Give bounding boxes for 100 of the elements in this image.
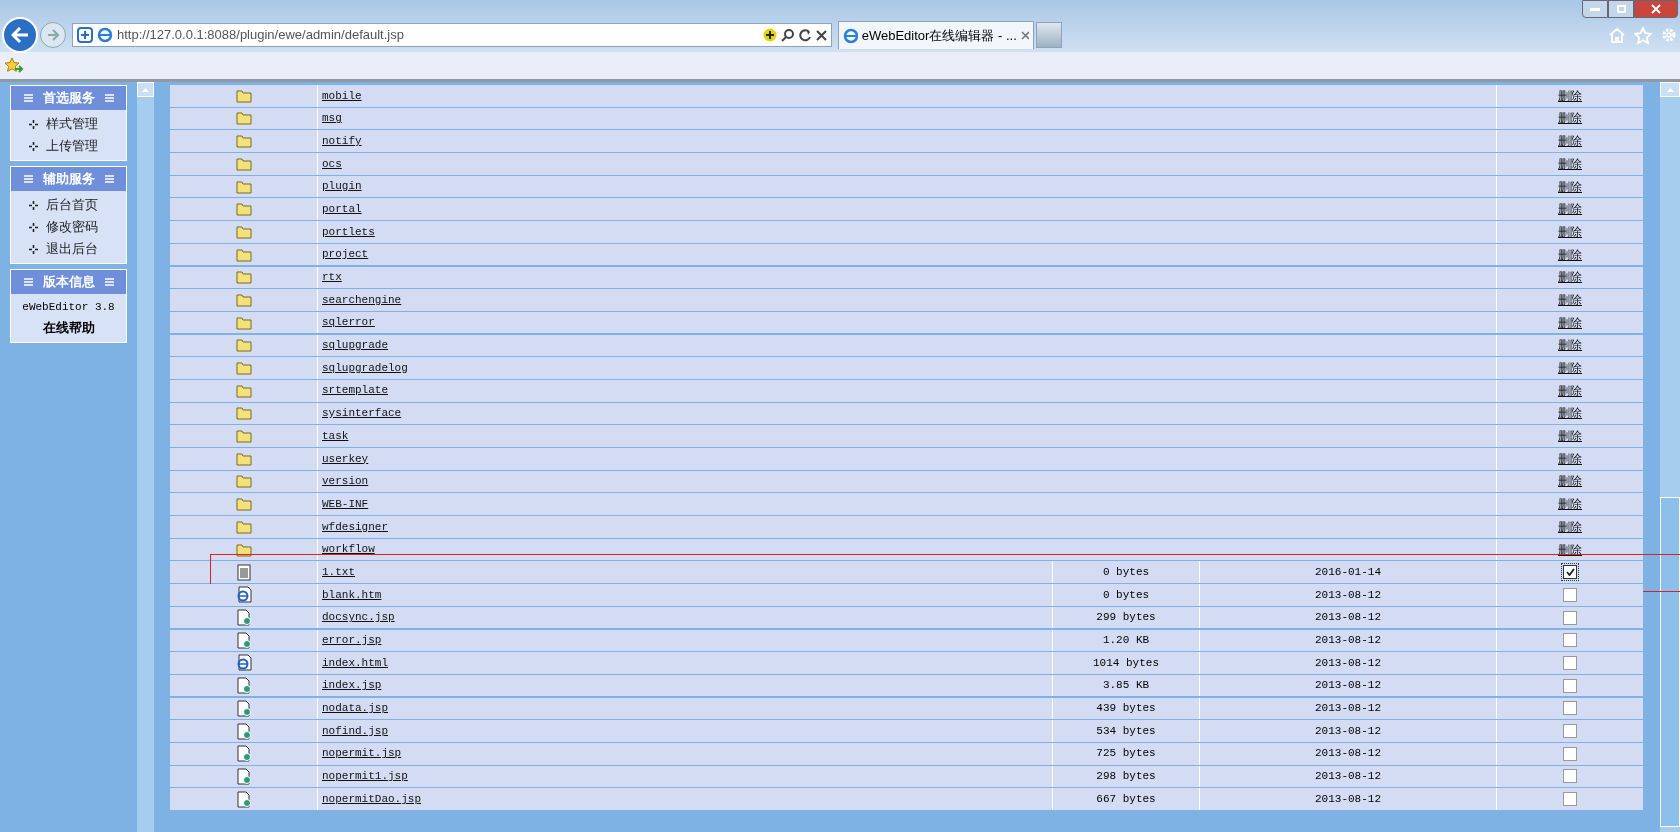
file-link[interactable]: index.html	[322, 654, 388, 672]
file-link[interactable]: docsync.jsp	[322, 609, 395, 626]
delete-link[interactable]: 删除	[1558, 381, 1582, 400]
select-checkbox[interactable]	[1563, 724, 1577, 739]
select-checkbox[interactable]	[1563, 792, 1577, 807]
file-link[interactable]: nopermit1.jsp	[322, 768, 408, 785]
delete-link[interactable]: 删除	[1558, 177, 1582, 196]
file-link[interactable]: WEB-INF	[322, 495, 369, 513]
file-link[interactable]: blank.htm	[322, 586, 382, 604]
folder-icon	[235, 270, 252, 285]
home-icon[interactable]	[1608, 27, 1626, 43]
folder-icon	[235, 338, 252, 353]
select-checkbox[interactable]	[1563, 746, 1577, 761]
delete-link[interactable]: 删除	[1558, 268, 1582, 287]
folder-icon	[235, 451, 252, 466]
delete-link[interactable]: 删除	[1558, 200, 1582, 219]
delete-link[interactable]: 删除	[1558, 86, 1582, 105]
file-link[interactable]: portlets	[322, 223, 375, 241]
settings-icon[interactable]	[1660, 26, 1678, 44]
file-link[interactable]: ocs	[322, 155, 342, 173]
close-button[interactable]	[1634, 0, 1678, 18]
file-link[interactable]: msg	[322, 110, 342, 127]
folder-icon	[235, 315, 252, 330]
folder-icon	[235, 429, 252, 444]
select-checkbox[interactable]	[1563, 587, 1577, 602]
help-link[interactable]: 在线帮助	[42, 317, 95, 339]
file-link[interactable]: userkey	[322, 450, 369, 468]
file-link[interactable]: nofind.jsp	[322, 722, 388, 740]
file-link[interactable]: version	[322, 473, 369, 490]
file-link[interactable]: mobile	[322, 87, 362, 105]
delete-link[interactable]: 删除	[1558, 449, 1582, 468]
menu-link-text[interactable]: 后台首页	[46, 195, 98, 215]
delete-link[interactable]: 删除	[1558, 495, 1582, 514]
menu-link-text[interactable]: 修改密码	[46, 217, 98, 237]
star-icon[interactable]	[1634, 26, 1652, 44]
delete-link[interactable]: 删除	[1558, 291, 1582, 309]
file-link[interactable]: sysinterface	[322, 405, 402, 422]
file-link[interactable]: index.jsp	[322, 677, 382, 694]
file-link[interactable]: task	[322, 427, 349, 445]
delete-link[interactable]: 删除	[1558, 404, 1582, 423]
tab-title: eWebEditor在线编辑器 - ...	[861, 26, 1017, 45]
delete-link[interactable]: 删除	[1558, 336, 1582, 355]
file-link[interactable]: sqlupgrade	[322, 337, 388, 354]
delete-link[interactable]: 删除	[1558, 222, 1582, 241]
file-link[interactable]: 1.txt	[322, 564, 355, 581]
delete-link[interactable]: 删除	[1558, 109, 1582, 128]
close-icon[interactable]	[816, 29, 827, 41]
delete-link[interactable]: 删除	[1558, 313, 1582, 332]
address-text: http://127.0.0.1:8088/plugin/ewe/admin/default.jsp	[117, 26, 405, 45]
file-link[interactable]: searchengine	[322, 291, 402, 309]
browser-tab[interactable]: eWebEditor在线编辑器 - ...	[838, 21, 1034, 49]
file-link[interactable]: srtemplate	[322, 382, 388, 399]
refresh-icon[interactable]	[799, 28, 812, 42]
delete-link[interactable]: 删除	[1558, 359, 1582, 378]
select-checkbox[interactable]	[1563, 633, 1577, 648]
panel-title: 首选服务	[42, 89, 95, 108]
forward-button[interactable]	[40, 22, 66, 48]
file-link[interactable]: sqlupgradelog	[322, 359, 408, 377]
search-icon[interactable]	[781, 28, 795, 42]
file-link[interactable]: nodata.jsp	[322, 700, 388, 717]
file-link[interactable]: nopermitDao.jsp	[322, 790, 422, 808]
select-checkbox[interactable]	[1563, 565, 1577, 580]
file-link[interactable]: plugin	[322, 178, 362, 195]
maximize-button[interactable]	[1608, 0, 1634, 18]
delete-link[interactable]: 删除	[1558, 154, 1582, 173]
folder-icon	[235, 134, 252, 149]
close-icon[interactable]	[1020, 31, 1029, 40]
select-checkbox[interactable]	[1563, 656, 1577, 670]
minimize-button[interactable]	[1582, 0, 1608, 18]
file-link[interactable]: project	[322, 246, 369, 263]
menu-link-text[interactable]: 样式管理	[46, 114, 98, 134]
script-file-icon	[235, 699, 252, 717]
select-checkbox[interactable]	[1563, 610, 1577, 625]
file-link[interactable]: portal	[322, 201, 362, 218]
file-link[interactable]: nopermit.jsp	[322, 745, 402, 762]
delete-link[interactable]: 删除	[1558, 427, 1582, 446]
select-checkbox[interactable]	[1563, 769, 1577, 784]
file-link[interactable]: workflow	[322, 541, 375, 558]
scrollbar-thumb[interactable]	[1660, 497, 1680, 827]
delete-link[interactable]: 删除	[1558, 132, 1582, 151]
file-link[interactable]: wfdesigner	[322, 518, 388, 536]
folder-icon	[235, 293, 252, 307]
menu-link-text[interactable]: 退出后台	[46, 239, 98, 259]
bullet-icon	[29, 141, 38, 151]
file-link[interactable]: error.jsp	[322, 632, 382, 649]
bullet-icon	[29, 244, 38, 254]
file-link[interactable]: sqlerror	[322, 314, 375, 331]
delete-link[interactable]: 删除	[1558, 517, 1582, 536]
menu-link-text[interactable]: 上传管理	[46, 136, 98, 156]
address-bar[interactable]: http://127.0.0.1:8088/plugin/ewe/admin/default.jsp	[72, 23, 832, 47]
delete-link[interactable]: 删除	[1558, 245, 1582, 264]
delete-link[interactable]: 删除	[1558, 472, 1582, 491]
file-link[interactable]: rtx	[322, 269, 342, 286]
new-tab-button[interactable]	[1036, 22, 1062, 48]
back-button[interactable]	[2, 17, 38, 53]
file-link[interactable]: notify	[322, 132, 362, 150]
select-checkbox[interactable]	[1563, 701, 1577, 716]
select-checkbox[interactable]	[1563, 678, 1577, 693]
panel-title: 辅助服务	[42, 170, 95, 189]
favorites-star-icon[interactable]	[4, 56, 24, 75]
